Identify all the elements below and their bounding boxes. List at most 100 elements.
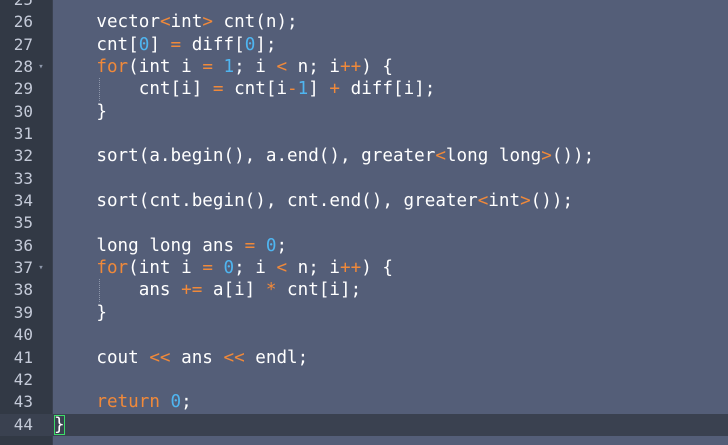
code-line[interactable]: 42 [0, 369, 728, 391]
code-line[interactable]: 25 [0, 0, 728, 11]
code-token: for [96, 258, 129, 279]
code-token: < [477, 191, 489, 212]
code-token: + [329, 79, 341, 100]
code-token: > [541, 146, 552, 167]
code-text: cout << ans << endl; [54, 347, 728, 369]
code-token: ; [181, 392, 192, 413]
code-token: < [276, 57, 288, 78]
indent-guide [99, 279, 101, 302]
code-token: 1 [297, 79, 309, 100]
line-number: 44 [13, 414, 33, 434]
code-text: } [54, 414, 728, 436]
code-line[interactable]: 27 cnt[0] = diff[0]; [0, 34, 728, 56]
code-line[interactable]: 39 } [0, 302, 728, 324]
code-line[interactable]: 41 cout << ans << endl; [0, 347, 728, 369]
code-token: vector [54, 12, 160, 33]
code-line[interactable]: 28 ▾ for(int i = 1; i < n; i++) { [0, 56, 728, 78]
code-text: ans += a[i] * cnt[i]; [54, 279, 728, 301]
code-token: for [96, 57, 129, 78]
code-token: += [181, 280, 203, 301]
line-number: 40 [13, 325, 33, 345]
code-text: for(int i = 1; i < n; i++) { [54, 56, 728, 78]
code-line[interactable]: 36 long long ans = 0; [0, 235, 728, 257]
code-token: ]; [255, 34, 277, 55]
code-text: sort(a.begin(), a.end(), greater<long lo… [54, 145, 728, 167]
code-token: << [149, 347, 171, 368]
code-token: sort(a.begin(), a.end(), greater [54, 146, 436, 167]
code-line[interactable]: 26 vector<int> cnt(n); [0, 11, 728, 33]
code-token: (int i [128, 258, 203, 279]
code-text: vector<int> cnt(n); [54, 11, 728, 33]
code-token: < [435, 146, 446, 167]
code-line[interactable]: 31 [0, 123, 728, 145]
code-token: 1 [223, 57, 235, 78]
line-number: 25 [0, 0, 33, 11]
code-token: = [170, 34, 182, 55]
code-token: cnt[i [223, 79, 288, 100]
line-number: 34 [13, 191, 33, 211]
code-token: long long ans [54, 235, 245, 256]
code-token: << [223, 347, 245, 368]
code-line[interactable]: 40 [0, 324, 728, 346]
line-number: 41 [13, 347, 33, 367]
code-token: n; i [287, 57, 341, 78]
code-token: cnt[i] [54, 79, 213, 100]
fold-arrow-icon[interactable]: ▾ [36, 257, 46, 279]
code-token: return [96, 392, 160, 413]
code-token: < [159, 12, 171, 33]
code-line[interactable]: 33 [0, 168, 728, 190]
code-token: = [202, 57, 213, 78]
code-token: diff[ [181, 34, 245, 55]
code-line[interactable]: 34 sort(cnt.begin(), cnt.end(), greater<… [0, 190, 728, 212]
code-lines[interactable]: 2526 vector<int> cnt(n);27 cnt[0] = diff… [0, 0, 728, 436]
line-number: 32 [13, 146, 33, 166]
code-token: 0 [223, 258, 235, 279]
fold-arrow-icon[interactable]: ▾ [36, 56, 46, 78]
code-token: ++ [340, 57, 362, 78]
code-text: } [54, 302, 728, 324]
code-line[interactable]: 43 return 0; [0, 391, 728, 413]
code-text: cnt[0] = diff[0]; [54, 34, 728, 56]
code-token: ) { [361, 258, 393, 279]
code-token: cnt[i]; [276, 280, 362, 301]
code-line[interactable]: 29 cnt[i] = cnt[i-1] + diff[i]; [0, 78, 728, 100]
code-token: ] [149, 34, 171, 55]
code-line[interactable]: 35 [0, 212, 728, 234]
code-text: cnt[i] = cnt[i-1] + diff[i]; [54, 78, 728, 100]
code-token: sort(cnt.begin(), cnt.end(), greater [54, 191, 478, 212]
code-line[interactable]: 37 ▾ for(int i = 0; i < n; i++) { [0, 257, 728, 279]
code-editor[interactable]: 2526 vector<int> cnt(n);27 cnt[0] = diff… [0, 0, 728, 445]
code-text: } [54, 101, 728, 123]
code-line[interactable]: 30 } [0, 101, 728, 123]
code-token: 0 [265, 235, 277, 256]
code-text: for(int i = 0; i < n; i++) { [54, 257, 728, 279]
indent-guide [99, 78, 101, 101]
code-line[interactable]: 44} [0, 413, 728, 436]
code-line[interactable]: 32 sort(a.begin(), a.end(), greater<long… [0, 145, 728, 167]
code-line[interactable]: 38 ans += a[i] * cnt[i]; [0, 279, 728, 301]
code-token: ; i [234, 57, 277, 78]
line-number: 38 [13, 280, 33, 300]
line-number: 39 [13, 302, 33, 322]
line-number: 36 [13, 235, 33, 255]
code-token: endl; [244, 347, 309, 368]
code-token: cout [54, 347, 150, 368]
code-token: } [54, 302, 107, 323]
code-token: a[i] [202, 280, 266, 301]
line-number: 42 [13, 369, 33, 389]
code-token: ()); [551, 146, 595, 167]
line-number: 29 [13, 79, 33, 99]
line-number: 35 [13, 213, 33, 233]
code-token: cnt[ [54, 34, 139, 55]
code-token: > [202, 12, 213, 33]
code-token: int [170, 12, 203, 33]
code-text: long long ans = 0; [54, 235, 728, 257]
code-token: ] [308, 79, 330, 100]
code-token: long long [445, 146, 542, 167]
